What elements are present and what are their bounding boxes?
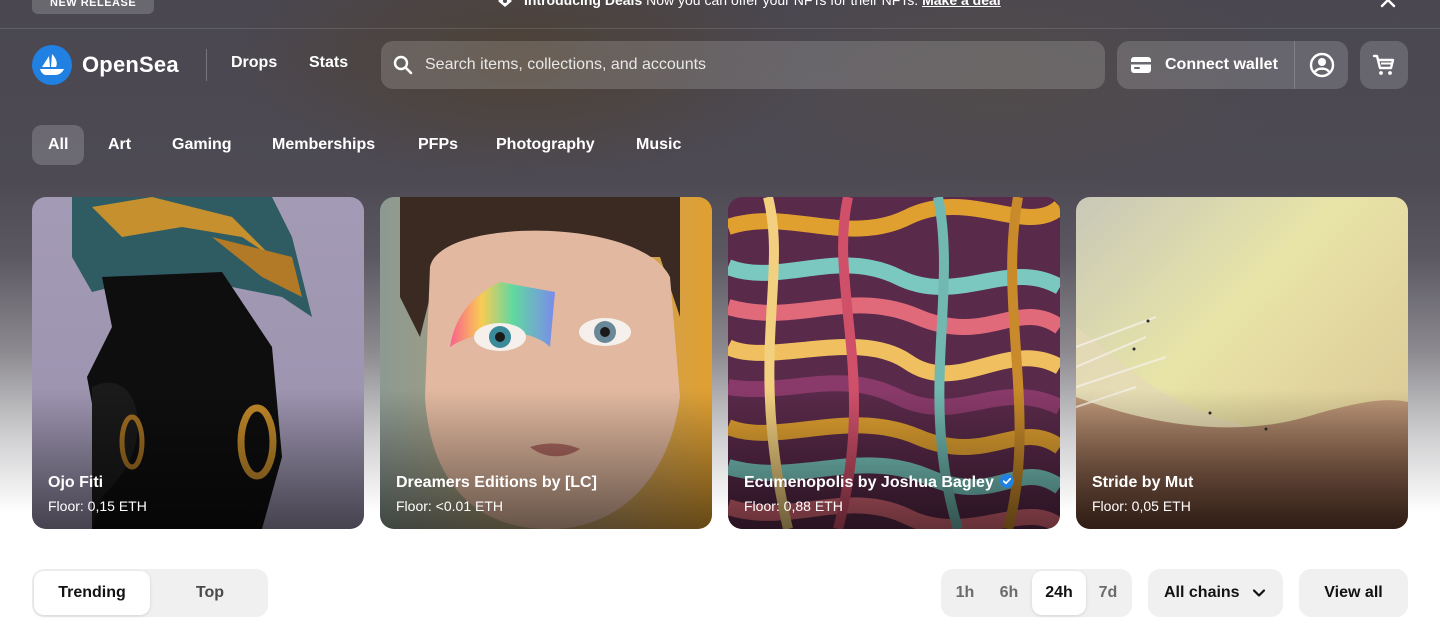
cart-button[interactable] <box>1360 41 1408 89</box>
range-24h[interactable]: 24h <box>1032 571 1086 615</box>
opensea-logo[interactable]: OpenSea <box>32 45 179 85</box>
collection-name: Ecumenopolis by Joshua Bagley <box>744 474 1014 492</box>
deal-tag-icon <box>498 0 512 8</box>
close-icon <box>1380 0 1396 8</box>
chevron-down-icon <box>1252 589 1265 597</box>
collection-name: Dreamers Editions by [LC] <box>396 474 597 491</box>
connect-wallet-label: Connect wallet <box>1165 56 1278 73</box>
opensea-home: NEW RELEASE Introducing Deals Now you ca… <box>0 0 1440 641</box>
account-circle-icon <box>1309 52 1334 78</box>
featured-card-ojo-fiti[interactable]: Ojo Fiti Floor: 0,15 ETH <box>32 197 364 529</box>
new-release-badge: NEW RELEASE <box>32 0 155 14</box>
trending-tab[interactable]: Trending <box>34 571 150 615</box>
top-tab[interactable]: Top <box>150 571 270 615</box>
top-navbar: OpenSea Drops Stats Connect wallet <box>0 40 1440 90</box>
collection-floor: Floor: 0,15 ETH <box>48 498 147 514</box>
nav-link-stats[interactable]: Stats <box>309 54 348 72</box>
tab-art[interactable]: Art <box>92 125 147 165</box>
search-icon <box>393 55 413 75</box>
featured-card-stride[interactable]: Stride by Mut Floor: 0,05 ETH <box>1076 197 1408 529</box>
shopping-cart-icon <box>1372 54 1395 75</box>
collection-name: Ojo Fiti <box>48 474 104 491</box>
range-6h[interactable]: 6h <box>987 571 1031 615</box>
nav-link-drops[interactable]: Drops <box>231 54 277 72</box>
tab-memberships[interactable]: Memberships <box>256 125 391 165</box>
announcement-headline: Introducing Deals <box>524 0 643 8</box>
make-a-deal-link[interactable]: Make a deal <box>922 0 1001 8</box>
tab-pfps[interactable]: PFPs <box>402 125 474 165</box>
tab-all[interactable]: All <box>32 125 85 165</box>
brand-wordmark: OpenSea <box>82 52 179 77</box>
collection-floor: Floor: 0,05 ETH <box>1092 498 1191 514</box>
search-input[interactable] <box>425 41 1105 89</box>
wallet-group: Connect wallet <box>1117 41 1348 89</box>
wallet-icon <box>1131 57 1151 73</box>
tab-music[interactable]: Music <box>620 125 697 165</box>
range-1h[interactable]: 1h <box>943 571 987 615</box>
announcement-body: Now you can offer your NFTs for their NF… <box>646 0 919 8</box>
time-range-selector: 1h 6h 24h 7d <box>941 569 1132 617</box>
search-bar[interactable] <box>381 41 1105 89</box>
view-all-button[interactable]: View all <box>1299 569 1408 617</box>
collection-name-text: Ecumenopolis by Joshua Bagley <box>744 474 994 491</box>
nav-divider <box>206 49 207 81</box>
tab-gaming[interactable]: Gaming <box>156 125 248 165</box>
all-chains-dropdown[interactable]: All chains <box>1148 569 1283 617</box>
announcement-bar: NEW RELEASE Introducing Deals Now you ca… <box>0 0 1440 29</box>
connect-wallet-button[interactable]: Connect wallet <box>1117 41 1294 89</box>
featured-card-ecumenopolis[interactable]: Ecumenopolis by Joshua Bagley Floor: 0,8… <box>728 197 1060 529</box>
collection-name: Stride by Mut <box>1092 474 1194 491</box>
close-announcement-icon[interactable] <box>1378 0 1398 8</box>
trending-top-toggle: Trending Top <box>32 569 268 617</box>
tab-photography[interactable]: Photography <box>480 125 611 165</box>
opensea-ship-icon <box>32 45 72 85</box>
verified-badge-icon <box>999 474 1014 488</box>
range-7d[interactable]: 7d <box>1086 571 1130 615</box>
collection-floor: Floor: <0.01 ETH <box>396 498 503 514</box>
profile-button[interactable] <box>1295 41 1348 89</box>
featured-card-dreamers-editions[interactable]: Dreamers Editions by [LC] Floor: <0.01 E… <box>380 197 712 529</box>
collection-floor: Floor: 0,88 ETH <box>744 498 843 514</box>
all-chains-label: All chains <box>1164 584 1240 601</box>
announcement-message: Introducing Deals Now you can offer your… <box>496 0 1001 8</box>
